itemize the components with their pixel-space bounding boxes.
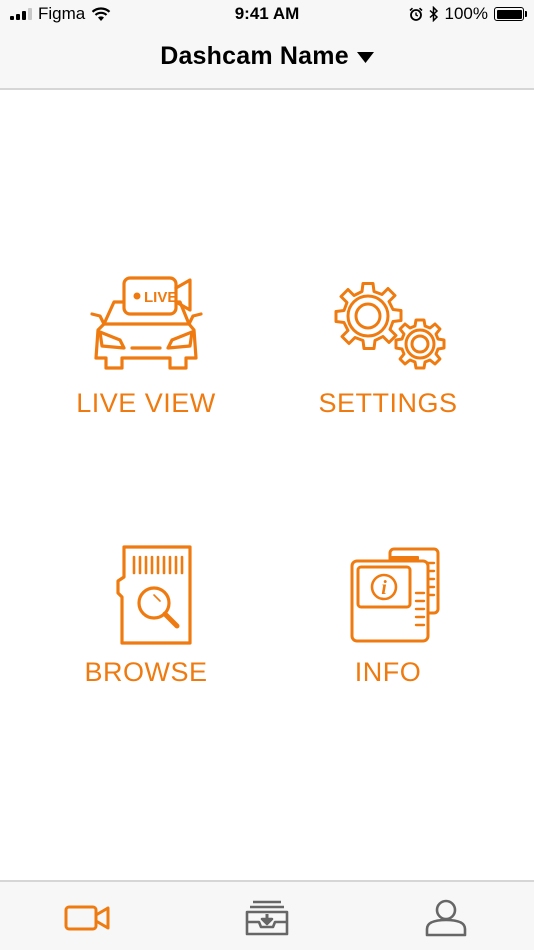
sd-card-search-icon xyxy=(116,545,192,645)
tab-profile[interactable] xyxy=(416,896,476,940)
info-button[interactable]: i INFO xyxy=(278,543,498,688)
live-view-label: LIVE VIEW xyxy=(76,388,216,418)
live-badge: LIVE xyxy=(144,289,177,306)
caret-down-icon xyxy=(356,51,374,63)
browse-button[interactable]: BROWSE xyxy=(36,543,256,688)
page-title: Dashcam Name xyxy=(160,42,349,70)
tab-bar xyxy=(0,880,534,950)
gears-icon xyxy=(334,282,446,370)
bluetooth-icon xyxy=(429,6,438,22)
svg-text:i: i xyxy=(381,577,387,599)
alarm-icon xyxy=(408,7,423,21)
dashcam-selector[interactable]: Dashcam Name xyxy=(0,42,534,71)
info-label: INFO xyxy=(354,657,422,687)
live-car-camera-icon: LIVE xyxy=(90,276,203,370)
status-bar: Figma 9:41 AM 100% xyxy=(0,0,534,30)
settings-label: SETTINGS xyxy=(318,388,458,418)
browse-label: BROWSE xyxy=(84,657,208,687)
battery-icon xyxy=(494,7,527,21)
top-bar: Figma 9:41 AM 100% Dashcam Name xyxy=(0,0,534,90)
status-right: 100% xyxy=(408,4,527,24)
battery-percent: 100% xyxy=(444,4,488,23)
download-tray-icon xyxy=(245,900,289,936)
video-camera-icon xyxy=(64,905,110,931)
user-profile-icon xyxy=(425,899,467,937)
live-view-button[interactable]: LIVE LIVE VIEW xyxy=(36,272,256,419)
tab-live-camera[interactable] xyxy=(57,896,117,940)
tab-downloads[interactable] xyxy=(237,896,297,940)
info-document-icon: i xyxy=(350,547,440,643)
settings-button[interactable]: SETTINGS xyxy=(278,272,498,419)
